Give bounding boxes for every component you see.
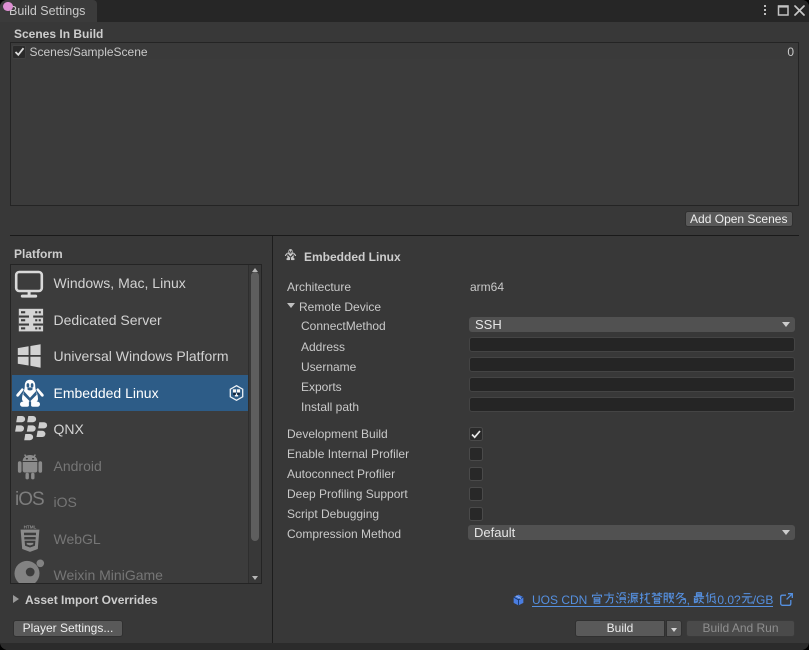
svg-text:HTML: HTML xyxy=(24,524,37,529)
